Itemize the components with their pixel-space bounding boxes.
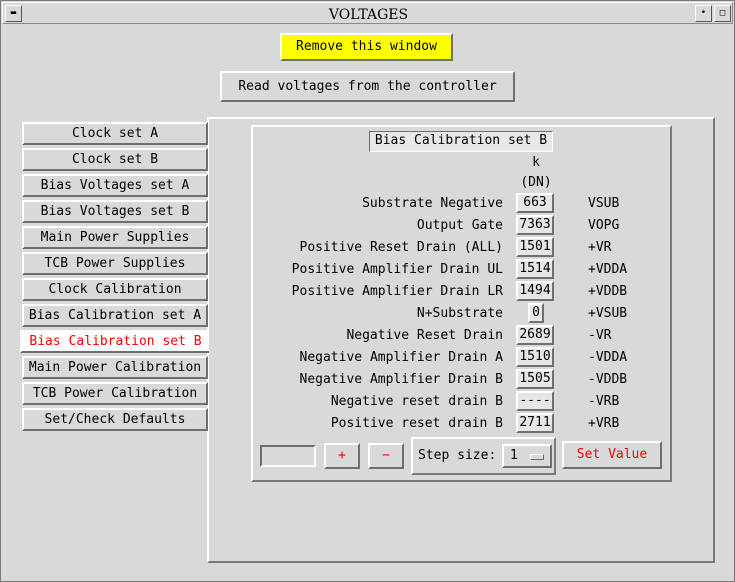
- row-code: +VRB: [588, 416, 620, 431]
- row-code: +VR: [588, 240, 612, 255]
- row-label: Positive Reset Drain (ALL): [299, 240, 504, 255]
- row-label: Positive Amplifier Drain UL: [291, 262, 503, 277]
- sidebar-item[interactable]: Set/Check Defaults: [22, 408, 208, 431]
- decrement-button[interactable]: −: [368, 443, 404, 469]
- row-label: Negative reset drain B: [330, 394, 503, 409]
- row-value-button[interactable]: 1505: [516, 369, 554, 389]
- row-code: -VRB: [588, 394, 620, 409]
- row-label: Negative Amplifier Drain A: [299, 350, 504, 365]
- row-value-button[interactable]: 2689: [516, 325, 554, 345]
- sidebar-item[interactable]: Clock set B: [22, 148, 208, 171]
- header-k: k: [532, 155, 540, 170]
- read-voltages-button[interactable]: Read voltages from the controller: [220, 71, 515, 102]
- sidebar-item[interactable]: Clock Calibration: [22, 278, 208, 301]
- window-title: VOLTAGES: [328, 7, 409, 23]
- row-value-button[interactable]: 1514: [516, 259, 554, 279]
- row-code: -VDDA: [588, 350, 628, 365]
- row-label: Output Gate: [416, 218, 503, 233]
- increment-button[interactable]: +: [324, 443, 360, 469]
- maximize-icon[interactable]: □: [714, 5, 731, 22]
- row-label: Substrate Negative: [362, 196, 503, 211]
- row-value-button[interactable]: 1494: [516, 281, 554, 301]
- sidebar-item[interactable]: Clock set A: [22, 122, 208, 145]
- sidebar-item[interactable]: Bias Voltages set A: [22, 174, 208, 197]
- row-value-button[interactable]: 1510: [516, 347, 554, 367]
- row-value-button[interactable]: ----: [516, 391, 554, 411]
- row-value-button[interactable]: 663: [516, 193, 554, 213]
- option-menu-indicator-icon: [530, 454, 544, 460]
- minimize-icon[interactable]: •: [695, 5, 712, 22]
- row-value-button[interactable]: 2711: [516, 413, 554, 433]
- sidebar-item[interactable]: Bias Calibration set A: [22, 304, 208, 327]
- remove-window-button[interactable]: Remove this window: [280, 33, 453, 61]
- row-label: Positive Amplifier Drain LR: [291, 284, 503, 299]
- menu-icon[interactable]: ▬: [5, 5, 22, 22]
- step-size-label: Step size:: [418, 448, 497, 463]
- step-size-value: 1: [510, 448, 518, 463]
- row-value-button[interactable]: 1501: [516, 237, 554, 257]
- row-value-button[interactable]: 0: [528, 303, 544, 323]
- titlebar[interactable]: VOLTAGES ▬ • □: [2, 2, 733, 24]
- step-size-menu[interactable]: 1: [502, 444, 552, 468]
- row-value-button[interactable]: 7363: [516, 215, 554, 235]
- row-code: +VDDA: [588, 262, 628, 277]
- sidebar-item[interactable]: TCB Power Calibration: [22, 382, 208, 405]
- row-label: Negative Amplifier Drain B: [299, 372, 504, 387]
- sidebar-item[interactable]: TCB Power Supplies: [22, 252, 208, 275]
- row-code: +VDDB: [588, 284, 628, 299]
- value-entry-field[interactable]: [260, 445, 316, 467]
- sidebar-item[interactable]: Main Power Calibration: [22, 356, 208, 379]
- row-code: -VR: [588, 328, 612, 343]
- sidebar-item[interactable]: Bias Voltages set B: [22, 200, 208, 223]
- header-unit: (DN): [520, 175, 552, 190]
- sidebar-item[interactable]: Main Power Supplies: [22, 226, 208, 249]
- row-label: N+Substrate: [416, 306, 503, 321]
- set-value-button[interactable]: Set Value: [562, 441, 662, 469]
- row-code: VOPG: [588, 218, 620, 233]
- row-code: -VDDB: [588, 372, 628, 387]
- row-code: +VSUB: [588, 306, 628, 321]
- sidebar-item[interactable]: Bias Calibration set B: [20, 330, 209, 353]
- row-code: VSUB: [588, 196, 620, 211]
- row-label: Negative Reset Drain: [346, 328, 503, 343]
- row-label: Positive reset drain B: [330, 416, 503, 431]
- panel-title: Bias Calibration set B: [369, 131, 553, 152]
